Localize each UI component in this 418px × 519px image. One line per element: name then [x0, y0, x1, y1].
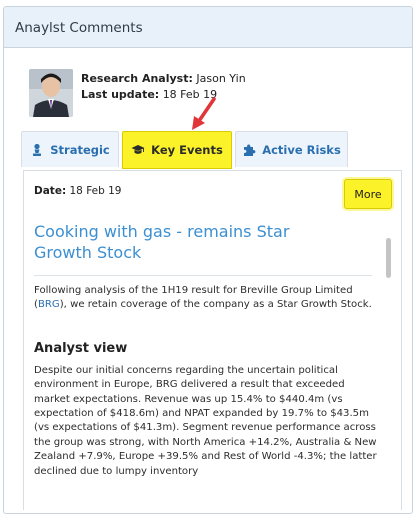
title-divider — [34, 275, 372, 276]
date-label: Date: — [34, 185, 67, 197]
research-analyst-label: Research Analyst: — [81, 72, 193, 85]
last-update-label: Last update: — [81, 88, 160, 101]
analyst-photo — [29, 69, 73, 117]
annotation-arrow-icon — [192, 97, 216, 130]
tab-active-risks[interactable]: Active Risks — [235, 131, 348, 167]
intro-text-after: ), we retain coverage of the company as … — [59, 299, 372, 311]
chess-pawn-icon — [30, 143, 44, 157]
brg-link[interactable]: BRG — [38, 299, 60, 310]
more-button[interactable]: More — [344, 179, 392, 209]
graduation-cap-icon — [131, 143, 145, 157]
tab-key-events-label: Key Events — [151, 143, 223, 157]
intro-paragraph: Following analysis of the 1H19 result fo… — [34, 284, 380, 313]
tab-bar: Strategic Key Events Active Risks — [19, 131, 401, 170]
puzzle-icon — [242, 143, 256, 157]
tab-strategic-label: Strategic — [50, 142, 110, 157]
analyst-view-heading: Analyst view — [34, 340, 128, 356]
analyst-details: Research Analyst: Jason Yin Last update:… — [81, 71, 246, 103]
article: Cooking with gas - remains Star Growth S… — [34, 221, 380, 479]
analyst-name-line: Research Analyst: Jason Yin — [81, 71, 246, 87]
content-date: Date: 18 Feb 19 — [34, 185, 122, 197]
article-title: Cooking with gas - remains Star Growth S… — [34, 222, 290, 262]
analyst-view-body: Despite our initial concerns regarding t… — [34, 364, 377, 477]
content-scrollbar[interactable] — [386, 238, 391, 278]
date-value: 18 Feb 19 — [69, 185, 122, 197]
analyst-name: Jason Yin — [196, 72, 246, 85]
last-update-line: Last update: 18 Feb 19 — [81, 87, 246, 103]
tab-key-events[interactable]: Key Events — [122, 131, 232, 169]
key-events-content: Date: 18 Feb 19 More Cooking with gas - … — [23, 170, 402, 510]
tab-active-risks-label: Active Risks — [262, 142, 341, 157]
analyst-comments-panel: Anaylst Comments Research Analyst: Jason… — [3, 6, 413, 514]
panel-title: Anaylst Comments — [4, 7, 412, 48]
tab-strategic[interactable]: Strategic — [21, 131, 119, 167]
